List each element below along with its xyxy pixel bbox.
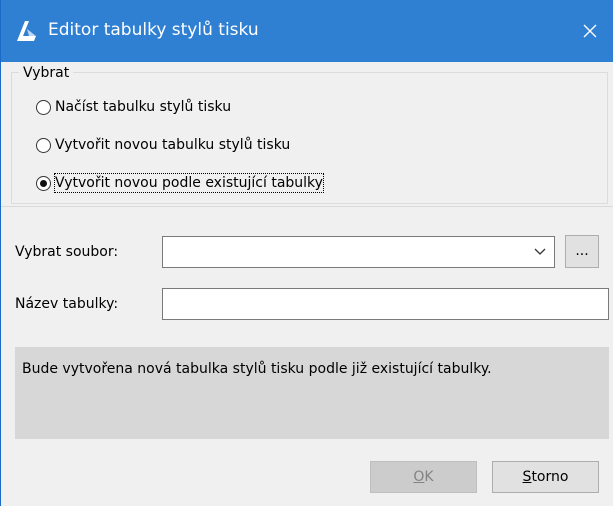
dialog-window: Editor tabulky stylů tisku Vybrat Načíst… bbox=[0, 0, 613, 506]
radio-load-table-circle[interactable] bbox=[36, 99, 51, 115]
radio-load-table-label: Načíst tabulku stylů tisku bbox=[55, 99, 232, 115]
radio-new-from-existing[interactable]: Vytvořit novou podle existující tabulky bbox=[36, 172, 324, 194]
info-text: Bude vytvořena nová tabulka stylů tisku … bbox=[22, 361, 492, 377]
radio-new-from-existing-circle[interactable] bbox=[36, 175, 51, 191]
radio-new-table[interactable]: Vytvořit novou tabulku stylů tisku bbox=[36, 134, 290, 156]
radio-new-table-label: Vytvořit novou tabulku stylů tisku bbox=[55, 137, 291, 153]
ok-button[interactable]: OK bbox=[370, 461, 477, 493]
radio-new-from-existing-label: Vytvořit novou podle existující tabulky bbox=[54, 173, 324, 193]
chevron-down-icon[interactable] bbox=[534, 247, 546, 257]
ok-button-mnemonic: O bbox=[413, 469, 425, 485]
radio-load-table[interactable]: Načíst tabulku stylů tisku bbox=[36, 96, 231, 118]
browse-button[interactable]: ... bbox=[565, 235, 599, 268]
section-divider bbox=[1, 206, 613, 207]
cancel-button[interactable]: Storno bbox=[492, 461, 599, 493]
info-panel: Bude vytvořena nová tabulka stylů tisku … bbox=[15, 347, 609, 439]
close-icon bbox=[583, 24, 597, 38]
select-file-label: Vybrat soubor: bbox=[15, 244, 119, 260]
group-legend: Vybrat bbox=[19, 64, 74, 82]
select-file-combobox[interactable] bbox=[162, 236, 555, 268]
bricscad-logo-icon bbox=[17, 21, 36, 41]
title-bar: Editor tabulky stylů tisku bbox=[1, 0, 613, 62]
window-title: Editor tabulky stylů tisku bbox=[48, 20, 259, 40]
table-name-input[interactable] bbox=[162, 288, 609, 320]
dialog-content: Vybrat Načíst tabulku stylů tisku Vytvoř… bbox=[1, 62, 613, 506]
table-name-label: Název tabulky: bbox=[15, 296, 119, 312]
cancel-button-label-rest: torno bbox=[531, 469, 569, 485]
close-button[interactable] bbox=[567, 0, 613, 62]
radio-new-table-circle[interactable] bbox=[36, 137, 51, 153]
select-mode-group: Vybrat Načíst tabulku stylů tisku Vytvoř… bbox=[11, 64, 608, 204]
ok-button-label-rest: K bbox=[424, 469, 434, 485]
